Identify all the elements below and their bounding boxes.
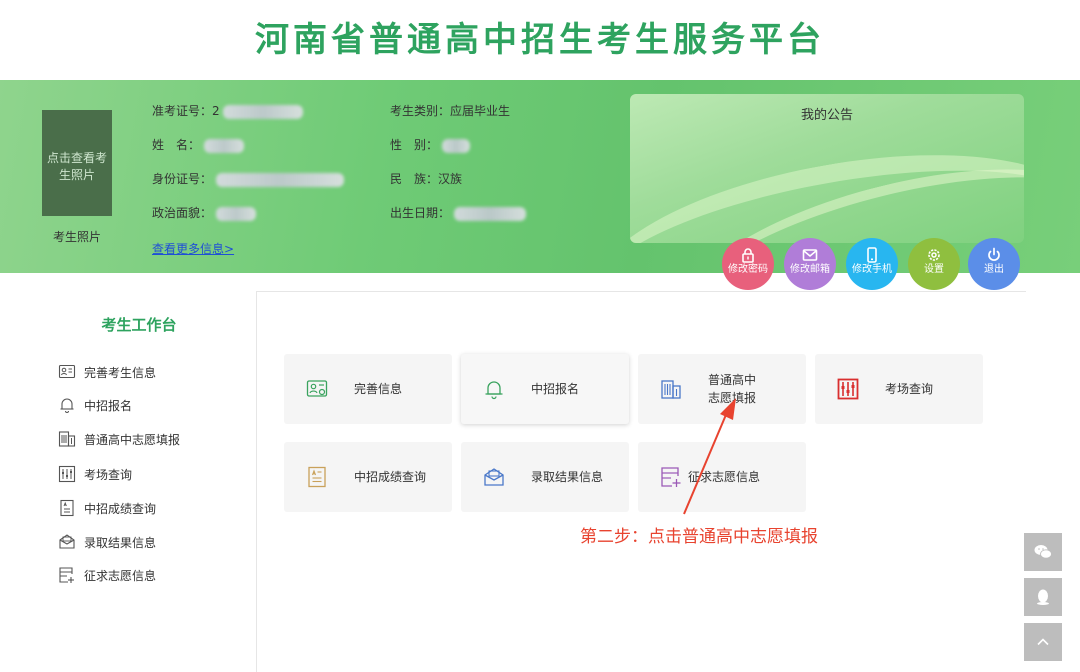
lock-icon (740, 247, 756, 263)
card-label: 考场查询 (885, 382, 934, 396)
profile-banner: 点击查看考生照片 考生照片 准考证号：2 姓 名： 身份证号： 政治面貌： 考生… (0, 80, 1080, 290)
id-redacted (215, 172, 344, 187)
card-label: 征求志愿信息 (688, 470, 761, 484)
category-row: 考生类别：应届毕业生 (390, 102, 510, 119)
qq-icon (1033, 587, 1053, 607)
score-doc-icon (58, 499, 76, 517)
id-row: 身份证号： (152, 170, 344, 187)
exam-no-row: 准考证号：2 (152, 102, 304, 119)
sidebar-item-registration[interactable]: 中招报名 (58, 395, 132, 415)
notice-title: 我的公告 (800, 108, 853, 123)
politics-row: 政治面貌： (152, 204, 256, 221)
exam-no-value: 2 (212, 104, 220, 118)
profile-card-icon (306, 378, 328, 400)
birth-row: 出生日期： (390, 204, 526, 221)
back-to-top-icon (1033, 632, 1053, 652)
gender-row: 性 别： (390, 136, 470, 153)
mail-icon (802, 247, 818, 263)
birth-redacted (453, 206, 526, 221)
card-registration[interactable]: 中招报名 (461, 354, 629, 424)
change-password-label: 修改密码 (728, 264, 768, 275)
card-label: 录取结果信息 (531, 470, 604, 484)
building-icon (660, 378, 682, 400)
card-exam-room[interactable]: 考场查询 (815, 354, 983, 424)
score-doc-icon (306, 466, 328, 488)
form-add-icon (660, 466, 682, 488)
gender-label: 性 别： (390, 138, 439, 152)
sidebar-item-label: 完善考生信息 (84, 365, 157, 380)
step-annotation: 第二步：点击普通高中志愿填报 (580, 527, 818, 547)
birth-label: 出生日期： (390, 206, 451, 220)
sidebar-item-label: 中招成绩查询 (84, 501, 157, 516)
category-value: 应届毕业生 (450, 104, 511, 118)
more-info-link[interactable]: 查看更多信息> (152, 240, 234, 257)
card-label: 中招成绩查询 (354, 470, 427, 484)
gear-icon (926, 247, 942, 263)
card-complete-info[interactable]: 完善信息 (284, 354, 452, 424)
sidebar-item-label: 录取结果信息 (84, 535, 157, 550)
ethnic-row: 民 族：汉族 (390, 170, 462, 187)
change-email-button[interactable]: 修改邮箱 (784, 238, 836, 290)
sidebar-item-label: 征求志愿信息 (84, 568, 157, 583)
sidebar-item-solicit[interactable]: 征求志愿信息 (58, 565, 156, 585)
card-label: 中招报名 (531, 382, 580, 396)
id-label: 身份证号： (152, 172, 213, 186)
sidebar-item-label: 普通高中志愿填报 (84, 432, 181, 447)
photo-caption: 考生照片 (52, 230, 101, 244)
change-password-button[interactable]: 修改密码 (722, 238, 774, 290)
logout-button[interactable]: 退出 (968, 238, 1020, 290)
politics-redacted (215, 206, 256, 221)
sidebar-item-exam-room[interactable]: 考场查询 (58, 464, 132, 484)
sidebar-item-complete-info[interactable]: 完善考生信息 (58, 362, 156, 382)
card-label-line1: 普通高中 (708, 373, 757, 387)
name-row: 姓 名： (152, 136, 244, 153)
change-phone-label: 修改手机 (852, 264, 892, 275)
card-solicit[interactable]: 征求志愿信息 (638, 442, 806, 512)
phone-icon (864, 247, 880, 263)
sidebar-title: 考生工作台 (101, 316, 177, 334)
back-to-top-button[interactable] (1024, 623, 1062, 661)
settings-button[interactable]: 设置 (908, 238, 960, 290)
wechat-button[interactable] (1024, 533, 1062, 571)
settings-label: 设置 (924, 264, 944, 275)
card-label: 普通高中 志愿填报 (708, 371, 756, 407)
sidebar-item-admission[interactable]: 录取结果信息 (58, 532, 156, 552)
logout-label: 退出 (984, 264, 1004, 275)
profile-card-icon (58, 363, 76, 381)
change-phone-button[interactable]: 修改手机 (846, 238, 898, 290)
change-email-label: 修改邮箱 (790, 264, 830, 275)
card-volunteer-fill[interactable]: 普通高中 志愿填报 (638, 354, 806, 424)
ethnic-value: 汉族 (438, 172, 463, 186)
sidebar-item-volunteer-fill[interactable]: 普通高中志愿填报 (58, 429, 180, 449)
politics-label: 政治面貌： (152, 206, 213, 220)
qq-button[interactable] (1024, 578, 1062, 616)
bell-icon (58, 396, 76, 414)
wechat-icon (1033, 542, 1053, 562)
exam-room-icon (837, 378, 859, 400)
card-admission[interactable]: 录取结果信息 (461, 442, 629, 512)
sidebar-item-score[interactable]: 中招成绩查询 (58, 498, 156, 518)
exam-room-icon (58, 465, 76, 483)
category-label: 考生类别： (390, 104, 451, 118)
envelope-icon (483, 466, 505, 488)
card-score[interactable]: 中招成绩查询 (284, 442, 452, 512)
card-label: 完善信息 (354, 382, 403, 396)
sidebar-item-label: 考场查询 (84, 467, 133, 482)
envelope-icon (58, 533, 76, 551)
gender-redacted (441, 138, 470, 153)
form-add-icon (58, 566, 76, 584)
sidebar-item-label: 中招报名 (84, 398, 133, 413)
name-label: 姓 名： (152, 138, 201, 152)
ethnic-label: 民 族： (390, 172, 439, 186)
exam-no-label: 准考证号： (152, 104, 213, 118)
bell-icon (483, 378, 505, 400)
notice-panel: 我的公告 (630, 94, 1024, 243)
view-photo-button[interactable]: 点击查看考生照片 (42, 110, 112, 216)
power-icon (986, 247, 1002, 263)
exam-no-redacted (223, 104, 304, 119)
card-label-line2: 志愿填报 (708, 391, 757, 405)
building-icon (58, 430, 76, 448)
page-title: 河南省普通高中招生考生服务平台 (255, 20, 825, 60)
name-redacted (203, 138, 244, 153)
